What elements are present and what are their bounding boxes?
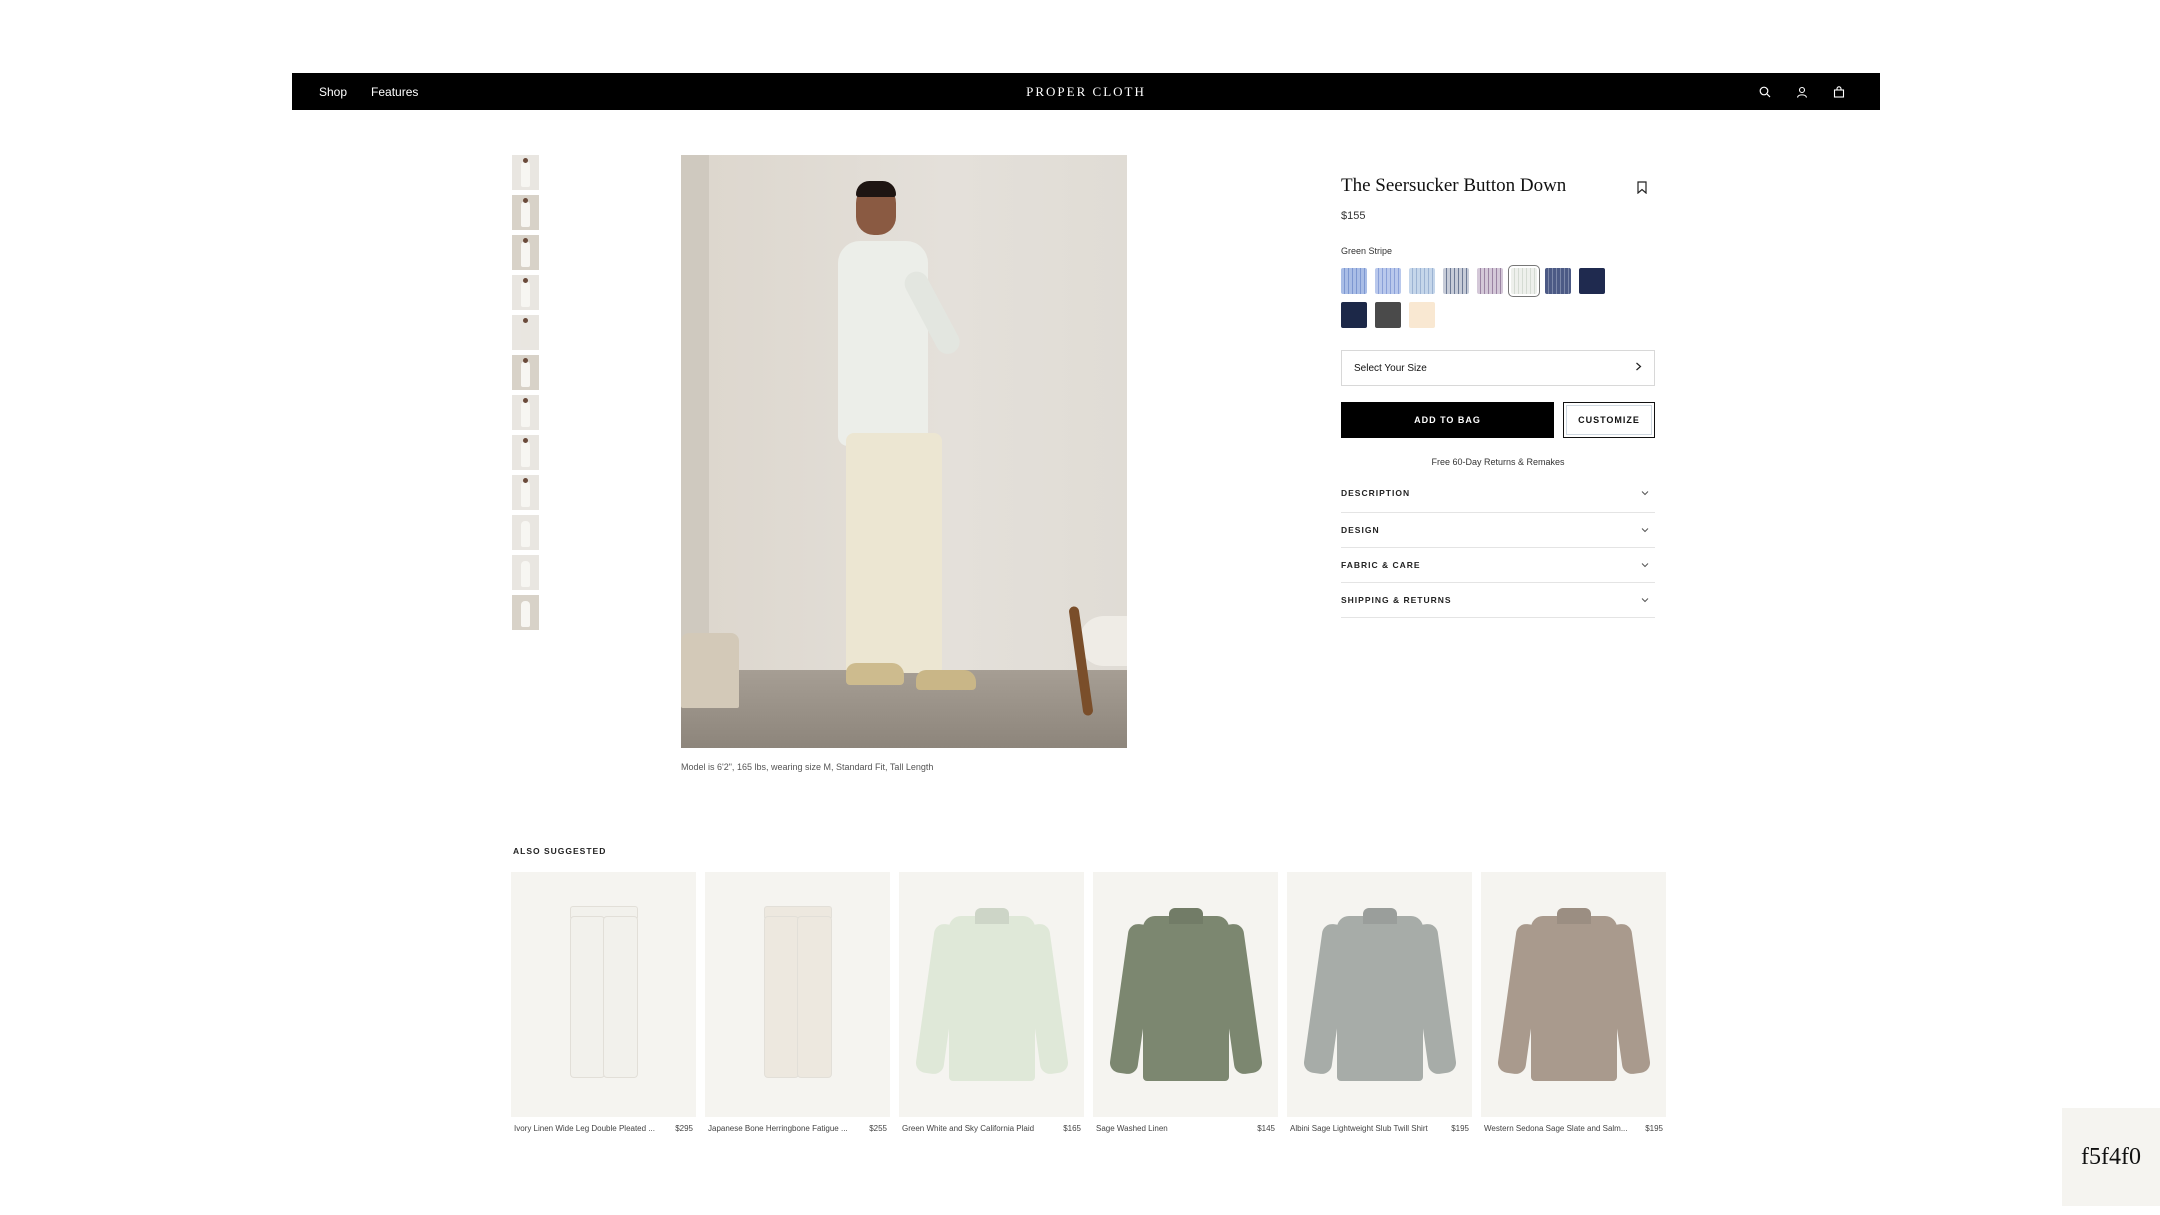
suggested-product-image[interactable] <box>511 872 696 1117</box>
nav-features-link[interactable]: Features <box>371 85 418 99</box>
product-title: The Seersucker Button Down <box>1341 175 1567 196</box>
thumbnail[interactable] <box>512 475 539 510</box>
color-swatch-blue-stripe-2[interactable] <box>1375 268 1401 294</box>
photo-pouf <box>681 633 739 708</box>
accordion-description[interactable]: DESCRIPTION <box>1341 488 1655 513</box>
suggested-product-name[interactable]: Sage Washed Linen <box>1096 1124 1168 1133</box>
thumbnail[interactable] <box>512 595 539 630</box>
customize-button[interactable]: CUSTOMIZE <box>1563 402 1655 438</box>
corner-color-tag: f5f4f0 <box>2062 1108 2160 1206</box>
accordion-design[interactable]: DESIGN <box>1341 513 1655 548</box>
accordion-label: DESCRIPTION <box>1341 488 1411 498</box>
accordion-label: SHIPPING & RETURNS <box>1341 595 1452 605</box>
suggested-product-meta: Western Sedona Sage Slate and Salm... $19… <box>1481 1124 1666 1133</box>
nav-icons <box>1758 73 1846 110</box>
thumbnail[interactable] <box>512 315 539 350</box>
accordion-label: FABRIC & CARE <box>1341 560 1421 570</box>
thumbnail-strip <box>512 155 539 635</box>
suggested-product-name[interactable]: Green White and Sky California Plaid <box>902 1124 1034 1133</box>
suggested-product-meta: Ivory Linen Wide Leg Double Pleated ... $… <box>511 1124 696 1133</box>
chevron-down-icon <box>1641 488 1649 498</box>
suggested-product-image[interactable] <box>1287 872 1472 1117</box>
nav-shop-link[interactable]: Shop <box>319 85 347 99</box>
thumbnail[interactable] <box>512 195 539 230</box>
suggested-product-price: $195 <box>1451 1124 1469 1133</box>
thumbnail[interactable] <box>512 355 539 390</box>
thumbnail[interactable] <box>512 435 539 470</box>
suggested-product-meta: Green White and Sky California Plaid $165 <box>899 1124 1084 1133</box>
color-swatch-grey-blue-stripe[interactable] <box>1443 268 1469 294</box>
model-figure <box>816 181 986 703</box>
suggested-product-image[interactable] <box>899 872 1084 1117</box>
color-swatch-purple-stripe[interactable] <box>1477 268 1503 294</box>
model-caption: Model is 6'2", 165 lbs, wearing size M, … <box>681 762 934 772</box>
color-swatch-cream[interactable] <box>1409 302 1435 328</box>
suggested-product-price: $145 <box>1257 1124 1275 1133</box>
product-accordion: DESCRIPTION DESIGN FABRIC & CARE SHIPPIN… <box>1341 488 1655 618</box>
suggested-product-card[interactable]: Ivory Linen Wide Leg Double Pleated ... $… <box>511 872 696 1133</box>
color-swatch-navy-2[interactable] <box>1341 302 1367 328</box>
search-icon[interactable] <box>1758 85 1772 99</box>
thumbnail[interactable] <box>512 275 539 310</box>
suggested-product-image[interactable] <box>1093 872 1278 1117</box>
suggested-products: Ivory Linen Wide Leg Double Pleated ... $… <box>511 872 1666 1133</box>
top-navigation: Shop Features PROPER CLOTH <box>292 73 1880 110</box>
accordion-fabric-care[interactable]: FABRIC & CARE <box>1341 548 1655 583</box>
color-swatch-charcoal[interactable] <box>1375 302 1401 328</box>
chevron-right-icon <box>1635 362 1642 374</box>
suggested-product-price: $295 <box>675 1124 693 1133</box>
suggested-product-name[interactable]: Western Sedona Sage Slate and Salm... <box>1484 1124 1628 1133</box>
color-swatches <box>1341 265 1631 328</box>
suggested-product-price: $255 <box>869 1124 887 1133</box>
suggested-product-price: $195 <box>1645 1124 1663 1133</box>
bag-icon[interactable] <box>1832 85 1846 99</box>
color-swatch-navy-stripe[interactable] <box>1545 268 1571 294</box>
suggested-product-name[interactable]: Albini Sage Lightweight Slub Twill Shirt <box>1290 1124 1428 1133</box>
color-swatch-green-stripe[interactable] <box>1508 265 1540 297</box>
bookmark-icon[interactable] <box>1637 181 1647 195</box>
suggested-product-meta: Sage Washed Linen $145 <box>1093 1124 1278 1133</box>
suggested-product-meta: Albini Sage Lightweight Slub Twill Shirt… <box>1287 1124 1472 1133</box>
accordion-shipping-returns[interactable]: SHIPPING & RETURNS <box>1341 583 1655 618</box>
suggested-product-image[interactable] <box>705 872 890 1117</box>
also-suggested-heading: ALSO SUGGESTED <box>513 846 607 856</box>
suggested-product-name[interactable]: Japanese Bone Herringbone Fatigue ... <box>708 1124 848 1133</box>
color-swatch-navy-1[interactable] <box>1579 268 1605 294</box>
suggested-product-card[interactable]: Sage Washed Linen $145 <box>1093 872 1278 1133</box>
photo-chair <box>1068 596 1127 717</box>
account-icon[interactable] <box>1795 85 1809 99</box>
chevron-down-icon <box>1641 560 1649 570</box>
suggested-product-card[interactable]: Western Sedona Sage Slate and Salm... $19… <box>1481 872 1666 1133</box>
thumbnail[interactable] <box>512 155 539 190</box>
suggested-product-image[interactable] <box>1481 872 1666 1117</box>
thumbnail[interactable] <box>512 555 539 590</box>
returns-note: Free 60-Day Returns & Remakes <box>1431 457 1565 467</box>
suggested-product-price: $165 <box>1063 1124 1081 1133</box>
suggested-product-card[interactable]: Green White and Sky California Plaid $165 <box>899 872 1084 1133</box>
color-swatch-sky-stripe[interactable] <box>1409 268 1435 294</box>
chevron-down-icon <box>1641 595 1649 605</box>
brand-logo[interactable]: PROPER CLOTH <box>292 73 1880 110</box>
color-swatch-blue-stripe-1[interactable] <box>1341 268 1367 294</box>
add-to-bag-button[interactable]: ADD TO BAG <box>1341 402 1554 438</box>
size-selector-label: Select Your Size <box>1354 362 1427 374</box>
main-product-photo[interactable] <box>681 155 1127 748</box>
thumbnail[interactable] <box>512 515 539 550</box>
nav-links: Shop Features <box>319 73 418 110</box>
accordion-label: DESIGN <box>1341 525 1380 535</box>
suggested-product-card[interactable]: Albini Sage Lightweight Slub Twill Shirt… <box>1287 872 1472 1133</box>
selected-color-label: Green Stripe <box>1341 246 1393 256</box>
size-selector[interactable]: Select Your Size <box>1341 350 1655 386</box>
chevron-down-icon <box>1641 525 1649 535</box>
suggested-product-card[interactable]: Japanese Bone Herringbone Fatigue ... $25… <box>705 872 890 1133</box>
action-buttons: ADD TO BAG CUSTOMIZE <box>1341 402 1655 438</box>
product-price: $155 <box>1341 210 1366 222</box>
suggested-product-name[interactable]: Ivory Linen Wide Leg Double Pleated ... <box>514 1124 655 1133</box>
suggested-product-meta: Japanese Bone Herringbone Fatigue ... $25… <box>705 1124 890 1133</box>
thumbnail[interactable] <box>512 235 539 270</box>
product-details: The Seersucker Button Down $155 Green St… <box>1341 175 1655 618</box>
thumbnail[interactable] <box>512 395 539 430</box>
